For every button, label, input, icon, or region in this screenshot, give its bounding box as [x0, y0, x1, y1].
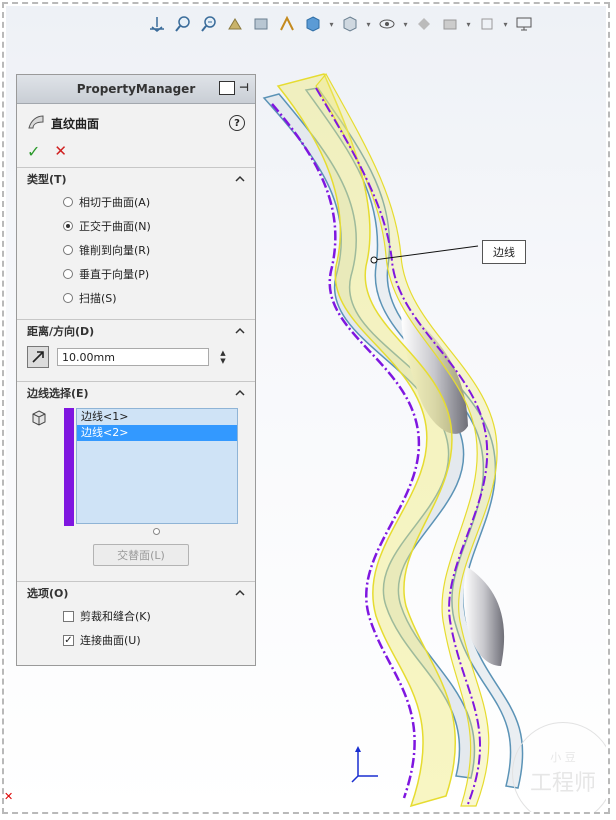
help-icon[interactable]: ? [229, 115, 245, 131]
triad-axis-icon [351, 748, 378, 783]
radio-button-selected[interactable] [63, 221, 73, 231]
collapse-caret-icon[interactable] [235, 388, 245, 398]
edge-section-header[interactable]: 边线选择(E) [17, 382, 255, 404]
checkbox[interactable] [63, 610, 74, 622]
edge-selection-list[interactable]: 边线<1> 边线<2> [76, 408, 238, 524]
alternate-face-button[interactable]: 交替面(L) [93, 544, 189, 566]
distance-section-header[interactable]: 距离/方向(D) [17, 320, 255, 342]
list-item-selected[interactable]: 边线<2> [77, 425, 237, 441]
type-option-normal[interactable]: 正交于曲面(N) [17, 214, 255, 238]
feature-title: 直纹曲面 [51, 116, 100, 131]
property-manager-title: PropertyManager [76, 82, 196, 96]
type-option-sweep[interactable]: 扫描(S) [17, 286, 255, 310]
resize-handle[interactable] [153, 528, 160, 535]
distance-direction-icon[interactable] [27, 346, 49, 368]
type-option-tangent[interactable]: 相切于曲面(A) [17, 190, 255, 214]
radio-button[interactable] [63, 197, 73, 207]
collapse-caret-icon[interactable] [235, 326, 245, 336]
checkbox-checked[interactable]: ✓ [63, 634, 74, 646]
property-manager-panel: PropertyManager ⊣ 直纹曲面 ? ✓ ✕ 类型(T) 相切于曲面… [16, 74, 256, 666]
distance-input[interactable]: 10.00mm [57, 348, 209, 366]
distance-section: 距离/方向(D) 10.00mm ▲ ▼ [17, 319, 255, 372]
edge-selection-section: 边线选择(E) 边线<1> 边线<2> 交替面(L) [17, 381, 255, 566]
options-section-header[interactable]: 选项(O) [17, 582, 255, 604]
layout-icon[interactable] [218, 81, 235, 95]
radio-button[interactable] [63, 293, 73, 303]
ruled-surface-icon [27, 114, 45, 133]
cancel-button[interactable]: ✕ [54, 142, 67, 160]
list-item[interactable]: 边线<1> [77, 409, 237, 425]
selection-color-strip [64, 408, 74, 526]
pin-icon[interactable]: ⊣ [239, 81, 249, 95]
edge-callout-label: 边线 [482, 240, 526, 264]
type-option-perpendicular[interactable]: 垂直于向量(P) [17, 262, 255, 286]
callout-anchor-point [370, 256, 378, 264]
property-manager-header: PropertyManager ⊣ [17, 75, 255, 104]
type-section: 类型(T) 相切于曲面(A) 正交于曲面(N) 锥削到向量(R) 垂直于向量(P… [17, 167, 255, 310]
radio-button[interactable] [63, 245, 73, 255]
radio-button[interactable] [63, 269, 73, 279]
type-section-header[interactable]: 类型(T) [17, 168, 255, 190]
option-trim-and-knit[interactable]: 剪裁和缝合(K) [17, 604, 255, 628]
type-option-taper[interactable]: 锥削到向量(R) [17, 238, 255, 262]
collapse-caret-icon[interactable] [235, 588, 245, 598]
option-connect-surfaces[interactable]: ✓ 连接曲面(U) [17, 628, 255, 652]
edge-selection-icon [32, 410, 46, 426]
origin-marker-icon: ✕ [4, 790, 14, 803]
ok-button[interactable]: ✓ [27, 142, 40, 161]
collapse-caret-icon[interactable] [235, 174, 245, 184]
distance-spinner[interactable]: ▲ ▼ [217, 348, 229, 366]
confirm-row: ✓ ✕ [17, 134, 255, 162]
feature-title-row: 直纹曲面 ? [17, 104, 255, 134]
options-section: 选项(O) 剪裁和缝合(K) ✓ 连接曲面(U) [17, 581, 255, 652]
